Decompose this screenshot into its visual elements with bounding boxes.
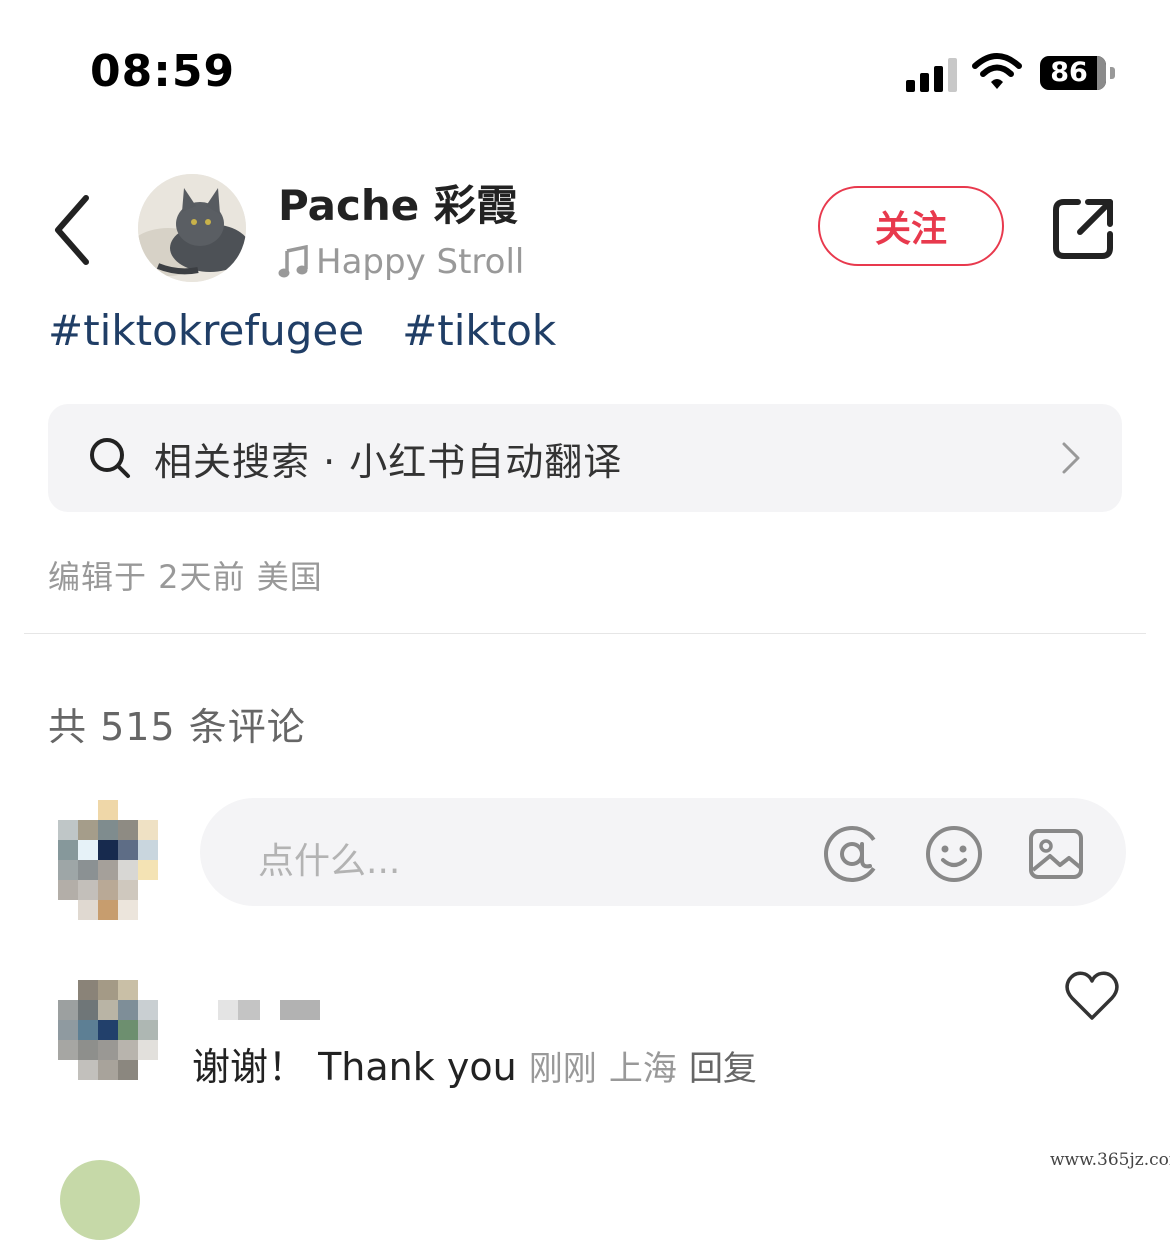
comment-item: 谢谢！ Thank you 刚刚 上海 回复 <box>0 960 1170 1100</box>
music-info[interactable]: Happy Stroll <box>278 242 524 282</box>
comment-count: 共 515 条评论 <box>48 705 306 749</box>
comment-location: 上海 <box>608 1049 677 1089</box>
hashtag-tiktokrefugee[interactable]: #tiktokrefugee <box>48 306 364 355</box>
watermark: www.365jz.com <box>1046 1150 1170 1170</box>
music-title: Happy Stroll <box>316 242 525 282</box>
hashtag-tiktok[interactable]: #tiktok <box>402 306 556 355</box>
heart-outline-icon[interactable] <box>1064 970 1120 1022</box>
wifi-icon <box>972 53 1022 89</box>
status-time: 08:59 <box>90 46 236 97</box>
share-external-icon[interactable] <box>1050 196 1116 262</box>
comment-input-placeholder: 点什么... <box>258 841 401 882</box>
next-commenter-avatar[interactable] <box>60 1160 140 1240</box>
cellular-signal-icon <box>906 58 957 92</box>
music-note-icon <box>278 245 308 278</box>
chevron-right-icon <box>1062 442 1080 474</box>
image-icon[interactable] <box>1026 824 1086 884</box>
back-button[interactable] <box>48 190 100 270</box>
commenter-avatar[interactable] <box>58 980 162 1084</box>
search-icon <box>90 438 130 478</box>
related-search-text: 相关搜索 · 小红书自动翻译 <box>154 439 623 484</box>
comment-body[interactable]: 谢谢！ Thank you 刚刚 上海 回复 <box>192 1036 757 1091</box>
at-mention-icon[interactable] <box>822 824 882 884</box>
my-avatar <box>58 800 158 920</box>
related-search-bar[interactable]: 相关搜索 · 小红书自动翻译 <box>48 404 1122 512</box>
edit-info: 编辑于 2天前 美国 <box>48 558 323 596</box>
follow-button[interactable]: 关注 <box>818 186 1004 266</box>
battery-level: 86 <box>1050 57 1088 88</box>
comment-text: 谢谢！ Thank you <box>192 1045 517 1089</box>
author-avatar[interactable] <box>138 174 246 282</box>
battery-indicator: 86 <box>1040 54 1116 94</box>
divider <box>24 633 1146 634</box>
reply-button[interactable]: 回复 <box>689 1049 757 1089</box>
author-name[interactable]: Pache 彩霞 <box>278 172 518 233</box>
comment-time: 刚刚 <box>528 1049 597 1089</box>
hashtag-list: #tiktokrefugee #tiktok <box>48 306 556 355</box>
commenter-name-redacted[interactable] <box>218 1000 322 1020</box>
emoji-icon[interactable] <box>924 824 984 884</box>
